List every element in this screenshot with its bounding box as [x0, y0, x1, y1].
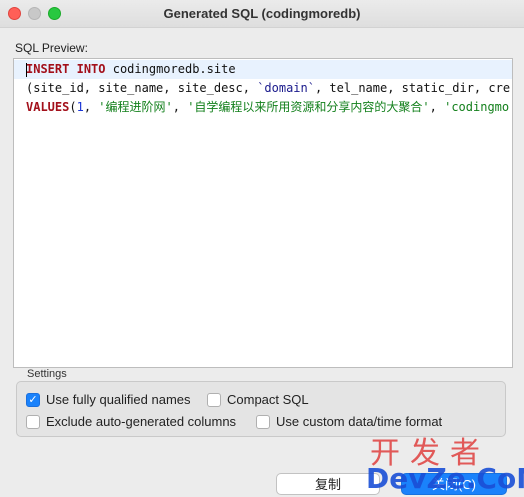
string-literal-3: 'codingmo: [444, 100, 510, 114]
sql-line-3: VALUES(1, '编程进阶网', '自学编程以来所用资源和分享内容的大聚合'…: [26, 98, 512, 117]
table-name: codingmoredb.site: [112, 62, 236, 76]
option-label: Exclude auto-generated columns: [46, 414, 237, 429]
use-custom-datetime-format-option[interactable]: Use custom data/time format: [256, 413, 476, 431]
open-paren: (: [69, 100, 77, 114]
title-bar: Generated SQL (codingmoredb): [0, 0, 524, 28]
use-fully-qualified-names-option[interactable]: ✓ Use fully qualified names: [26, 391, 206, 409]
quoted-identifier: `domain`: [257, 81, 315, 95]
column-list-b: , tel_name, static_dir, cre: [314, 81, 511, 95]
separator-2: ,: [172, 100, 188, 114]
compact-sql-option[interactable]: Compact SQL: [207, 391, 327, 409]
window-title: Generated SQL (codingmoredb): [163, 6, 361, 21]
text-caret: [26, 63, 27, 77]
separator-1: ,: [83, 100, 99, 114]
column-list-a: (site_id, site_name, site_desc,: [26, 81, 258, 95]
option-label: Compact SQL: [227, 392, 309, 407]
keyword-into: INTO: [76, 62, 106, 76]
exclude-auto-generated-columns-option[interactable]: Exclude auto-generated columns: [26, 413, 256, 431]
sql-preview-label: SQL Preview:: [15, 41, 88, 55]
separator-3: ,: [429, 100, 445, 114]
checkbox-checked-icon[interactable]: ✓: [26, 393, 40, 407]
option-label: Use fully qualified names: [46, 392, 191, 407]
option-label: Use custom data/time format: [276, 414, 443, 429]
keyword-values: VALUES: [26, 100, 70, 114]
string-literal-1: '编程进阶网': [98, 100, 173, 114]
keyword-insert: INSERT: [26, 62, 70, 76]
sql-line-1: INSERT INTO codingmoredb.site: [14, 60, 512, 79]
checkbox-icon[interactable]: [207, 393, 221, 407]
sql-line-2: (site_id, site_name, site_desc, `domain`…: [26, 79, 512, 98]
sql-preview-editor[interactable]: INSERT INTO codingmoredb.site (site_id, …: [13, 58, 513, 368]
checkbox-icon[interactable]: [26, 415, 40, 429]
copy-button[interactable]: 复制: [276, 473, 380, 495]
checkbox-icon[interactable]: [256, 415, 270, 429]
string-literal-2: '自学编程以来所用资源和分享内容的大聚合': [187, 100, 430, 114]
close-button[interactable]: 关闭(C): [401, 473, 507, 495]
settings-label: Settings: [27, 368, 67, 380]
number-literal: 1: [76, 100, 84, 114]
